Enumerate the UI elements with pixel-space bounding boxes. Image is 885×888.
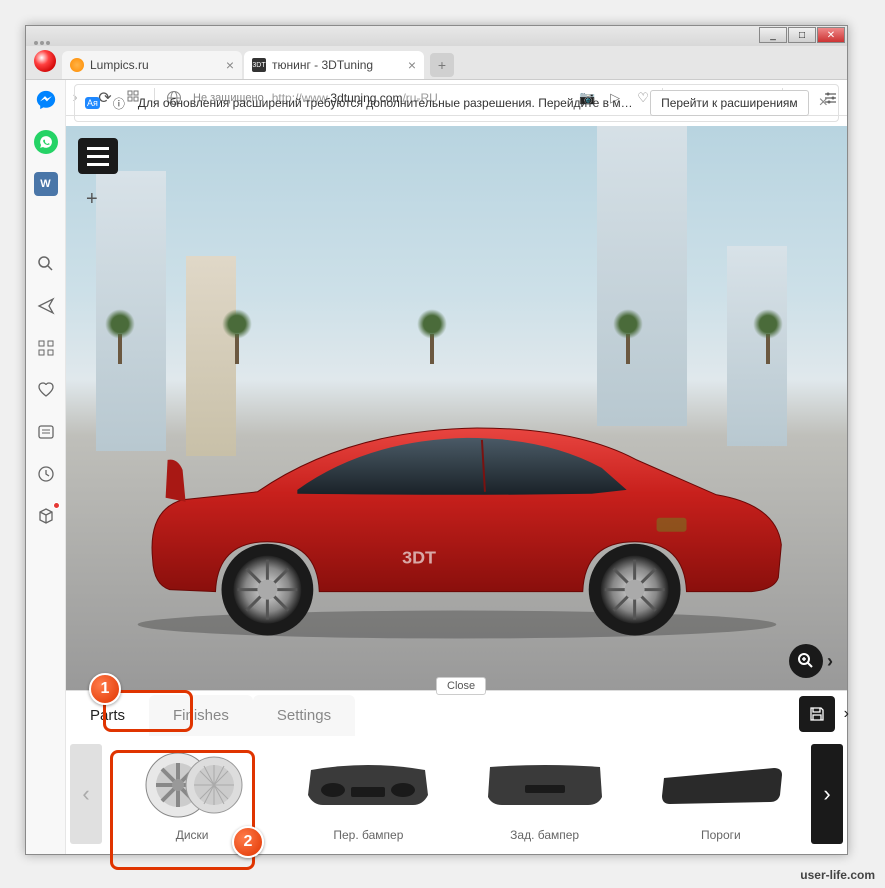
minimize-button[interactable]: _ (759, 27, 787, 43)
close-notification-icon[interactable]: × (819, 94, 828, 112)
whatsapp-icon[interactable] (34, 130, 58, 154)
parts-panel: Close Parts Finishes Settings › ‹ (66, 690, 847, 854)
browser-tabs-bar: Lumpics.ru × 3DT тюнинг - 3DTuning × + (26, 46, 847, 80)
news-sidebar-icon[interactable] (34, 420, 58, 444)
browser-sidebar: W (26, 80, 66, 854)
vk-icon[interactable]: W (34, 172, 58, 196)
save-button[interactable]: › (799, 696, 835, 732)
rear-bumper-icon (463, 745, 627, 825)
tab-lumpics[interactable]: Lumpics.ru × (62, 51, 242, 79)
goto-extensions-button[interactable]: Перейти к расширениям (650, 90, 809, 116)
notification-dot (53, 502, 60, 509)
maximize-button[interactable]: □ (788, 27, 816, 43)
part-rear-bumper[interactable]: Зад. бампер (459, 741, 631, 846)
car-render: 3DT (97, 400, 816, 640)
part-label: Пороги (701, 828, 741, 842)
favicon-icon (70, 58, 84, 72)
tab-settings[interactable]: Settings (253, 695, 355, 736)
part-label: Пер. бампер (333, 828, 403, 842)
tab-3dtuning[interactable]: 3DT тюнинг - 3DTuning × (244, 51, 424, 79)
car-badge-text: 3DT (402, 547, 436, 567)
close-tab-icon[interactable]: × (408, 57, 416, 73)
tab-finishes[interactable]: Finishes (149, 695, 253, 736)
wheel-icon (110, 745, 274, 825)
watermark: user-life.com (800, 868, 875, 882)
messenger-icon[interactable] (34, 88, 58, 112)
front-bumper-icon (286, 745, 450, 825)
part-label: Зад. бампер (510, 828, 579, 842)
hamburger-menu-button[interactable] (78, 138, 118, 174)
opera-logo-icon[interactable] (34, 50, 56, 72)
window-titlebar[interactable]: _ □ ✕ (26, 26, 847, 46)
zoom-arrow-icon[interactable]: › (827, 651, 833, 672)
titlebar-grip (34, 32, 52, 50)
sideskirt-icon (639, 745, 803, 825)
part-label: Диски (176, 828, 209, 842)
car-viewport[interactable]: + 3DT (66, 126, 847, 690)
callout-marker-2: 2 (232, 826, 264, 858)
new-tab-button[interactable]: + (430, 53, 454, 77)
grid-sidebar-icon[interactable] (34, 336, 58, 360)
translate-badge-icon: Aя (85, 97, 100, 109)
part-side-skirts[interactable]: Пороги (635, 741, 807, 846)
zoom-button[interactable] (789, 644, 823, 678)
tab-title: тюнинг - 3DTuning (272, 58, 373, 72)
favicon-icon: 3DT (252, 58, 266, 72)
extension-notification: Aя ⓘ Для обновления расширений требуются… (74, 84, 839, 122)
callout-marker-1: 1 (89, 673, 121, 705)
window-close-button[interactable]: ✕ (817, 27, 845, 43)
search-sidebar-icon[interactable] (34, 252, 58, 276)
heart-sidebar-icon[interactable] (34, 378, 58, 402)
save-arrow-icon[interactable]: › (844, 705, 849, 723)
parts-prev-button[interactable]: ‹ (70, 744, 102, 844)
close-tab-icon[interactable]: × (226, 57, 234, 73)
info-icon: ⓘ (110, 94, 128, 112)
add-button[interactable]: + (86, 188, 98, 211)
parts-next-button[interactable]: › (811, 744, 843, 844)
cube-sidebar-icon[interactable] (34, 504, 58, 528)
part-front-bumper[interactable]: Пер. бампер (282, 741, 454, 846)
close-panel-button[interactable]: Close (436, 677, 486, 695)
tab-title: Lumpics.ru (90, 58, 149, 72)
send-sidebar-icon[interactable] (34, 294, 58, 318)
history-sidebar-icon[interactable] (34, 462, 58, 486)
notification-text: Для обновления расширений требуются допо… (138, 96, 633, 110)
